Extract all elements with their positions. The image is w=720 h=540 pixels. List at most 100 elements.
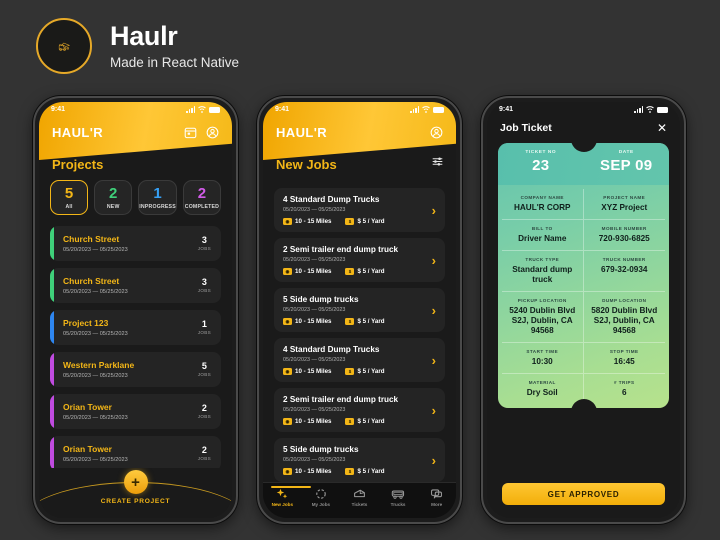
ticket-field: PROJECT NAME XYZ Project <box>583 189 665 220</box>
project-list-item[interactable]: Western Parklane 05/20/2023 — 05/25/2023 5… <box>50 351 221 387</box>
chevron-right-icon[interactable]: › <box>432 304 436 317</box>
stat-label: NEW <box>106 203 120 210</box>
tab-tickets[interactable]: Tickets <box>340 487 379 507</box>
chevron-right-icon[interactable]: › <box>432 204 436 217</box>
job-card[interactable]: 5 Side dump trucks 05/20/2023 — 05/25/202… <box>274 438 445 482</box>
job-card[interactable]: 5 Side dump trucks 05/20/2023 — 05/25/202… <box>274 288 445 332</box>
job-card[interactable]: 2 Semi trailer end dump truck 05/20/2023 … <box>274 238 445 282</box>
job-dates: 05/20/2023 — 05/25/2023 <box>283 257 346 263</box>
job-distance: 10 - 15 Miles <box>295 418 332 425</box>
stat-card-inprogress[interactable]: 1 INPROGRESS <box>138 180 177 215</box>
wifi-icon <box>646 106 654 113</box>
project-list-item[interactable]: Orian Tower 05/20/2023 — 05/25/2023 2 JOBS <box>50 435 221 471</box>
stat-card-completed[interactable]: 2 COMPLETED <box>182 180 222 215</box>
ticket-field-value: 5240 Dublin Blvd S2J, Dublin, CA 94568 <box>509 306 576 335</box>
tab-more[interactable]: More <box>417 487 456 507</box>
rate-icon: $ <box>345 318 355 325</box>
ticket-field-value: 720-930-6825 <box>598 234 650 243</box>
project-name: Church Street <box>63 233 120 244</box>
tab-new-jobs[interactable]: New Jobs <box>263 486 311 507</box>
ticket-date-label: DATE <box>618 150 634 155</box>
ticket-field-label: # TRIPS <box>613 380 635 385</box>
battery-icon <box>433 106 444 113</box>
ticket-field: MATERIAL Dry Soil <box>502 374 584 404</box>
ticket-field: MOBILE NUMBER 720-930-6825 <box>583 220 665 251</box>
job-title: 2 Semi trailer end dump truck <box>283 395 399 404</box>
ticket-field-value: 5820 Dublin Blvd S2J, Dublin, CA 94568 <box>591 306 658 335</box>
chevron-right-icon[interactable]: › <box>432 404 436 417</box>
chevron-right-icon[interactable]: › <box>432 254 436 267</box>
ticket-field: STOP TIME 16:45 <box>583 343 665 374</box>
job-title: 5 Side dump trucks <box>283 445 359 454</box>
ticket-field-value: Driver Name <box>518 234 567 243</box>
ticket-field-label: MATERIAL <box>528 380 556 385</box>
profile-icon[interactable] <box>206 126 219 139</box>
app-header: HAUL'R <box>263 117 456 143</box>
ticket-no-block: TICKET NO 23 <box>498 143 584 185</box>
ticket-field-label: BILL TO <box>531 226 553 231</box>
profile-icon[interactable] <box>430 126 443 139</box>
project-list-item[interactable]: Project 123 05/20/2023 — 05/25/2023 1 JOBS <box>50 309 221 345</box>
ticket-field-label: TRUCK NUMBER <box>602 257 646 262</box>
job-distance: 10 - 15 Miles <box>295 368 332 375</box>
circle-dashed-icon <box>302 487 341 500</box>
calendar-icon[interactable] <box>184 126 197 139</box>
project-list-item[interactable]: Church Street 05/20/2023 — 05/25/2023 3 JOB… <box>50 225 221 261</box>
project-stats: 5 All 2 NEW 1 INPROGRESS 2 COMPLETED <box>50 180 222 215</box>
stat-label: All <box>65 203 73 210</box>
project-dates: 05/20/2023 — 05/25/2023 <box>63 330 128 337</box>
job-dates: 05/20/2023 — 05/25/2023 <box>283 207 346 213</box>
ticket-field-value: Standard dump truck <box>512 265 573 284</box>
project-list-item[interactable]: Orian Tower 05/20/2023 — 05/25/2023 2 JOBS <box>50 393 221 429</box>
close-icon[interactable]: ✕ <box>657 122 667 134</box>
status-time: 9:41 <box>51 106 66 113</box>
project-job-count: 5 <box>201 361 207 372</box>
stat-count: 5 <box>64 185 74 202</box>
ticket-field-label: TRUCK TYPE <box>525 257 560 262</box>
project-jobs-label: JOBS <box>197 456 211 462</box>
rate-icon: $ <box>345 468 355 475</box>
job-card[interactable]: 4 Standard Dump Trucks 05/20/2023 — 05/25… <box>274 188 445 232</box>
filter-sliders-icon[interactable] <box>432 156 443 167</box>
brand-logo <box>36 18 92 74</box>
project-jobs-label: JOBS <box>197 372 211 378</box>
projects-list: Church Street 05/20/2023 — 05/25/2023 3 JOB… <box>50 225 221 471</box>
project-job-count: 2 <box>201 445 207 456</box>
ticket-title: Job Ticket <box>500 122 552 134</box>
project-name: Project 123 <box>63 317 109 328</box>
get-approved-button[interactable]: GET APPROVED <box>502 483 665 505</box>
page-title: Haulr <box>110 21 178 52</box>
ticket-field: DUMP LOCATION 5820 Dublin Blvd S2J, Dubli… <box>583 292 665 343</box>
distance-icon: ◉ <box>283 368 292 375</box>
tab-my-jobs[interactable]: My Jobs <box>302 487 341 507</box>
ticket-fields-grid: COMPANY NAME HAUL'R CORP PROJECT NAME XYZ P… <box>498 185 669 408</box>
project-job-count: 1 <box>201 319 207 330</box>
ticket-field: TRUCK TYPE Standard dump truck <box>502 251 584 292</box>
stat-card-all[interactable]: 5 All <box>50 180 89 215</box>
stat-card-new[interactable]: 2 NEW <box>94 180 133 215</box>
ticket-field: BILL TO Driver Name <box>502 220 584 251</box>
project-list-item[interactable]: Church Street 05/20/2023 — 05/25/2023 3 JOB… <box>50 267 221 303</box>
chevron-right-icon[interactable]: › <box>432 454 436 467</box>
status-bar: 9:41 <box>487 102 680 117</box>
signal-icon <box>410 106 419 113</box>
job-card[interactable]: 2 Semi trailer end dump truck 05/20/2023 … <box>274 388 445 432</box>
app-logo: HAUL'R <box>52 124 103 140</box>
rate-icon: $ <box>345 268 355 275</box>
ticket-date-value: SEP 09 <box>600 157 653 174</box>
tab-label: My Jobs <box>311 502 331 507</box>
project-job-count: 2 <box>201 403 207 414</box>
phone-job-ticket: 9:41 Job Ticket ✕ TICKET NO 23 DATE SEP … <box>481 96 686 524</box>
battery-icon <box>209 106 220 113</box>
sparkles-icon <box>263 487 302 500</box>
project-name: Church Street <box>63 275 120 286</box>
app-header: HAUL'R <box>39 117 232 143</box>
distance-icon: ◉ <box>283 318 292 325</box>
create-project-button[interactable]: + <box>123 470 148 494</box>
job-card[interactable]: 4 Standard Dump Trucks 05/20/2023 — 05/25… <box>274 338 445 382</box>
ticket-field-value: Dry Soil <box>526 388 558 397</box>
chevron-right-icon[interactable]: › <box>432 354 436 367</box>
project-name: Orian Tower <box>63 401 112 412</box>
tab-label: Tickets <box>351 502 368 507</box>
tab-trucks[interactable]: Trucks <box>379 487 418 507</box>
